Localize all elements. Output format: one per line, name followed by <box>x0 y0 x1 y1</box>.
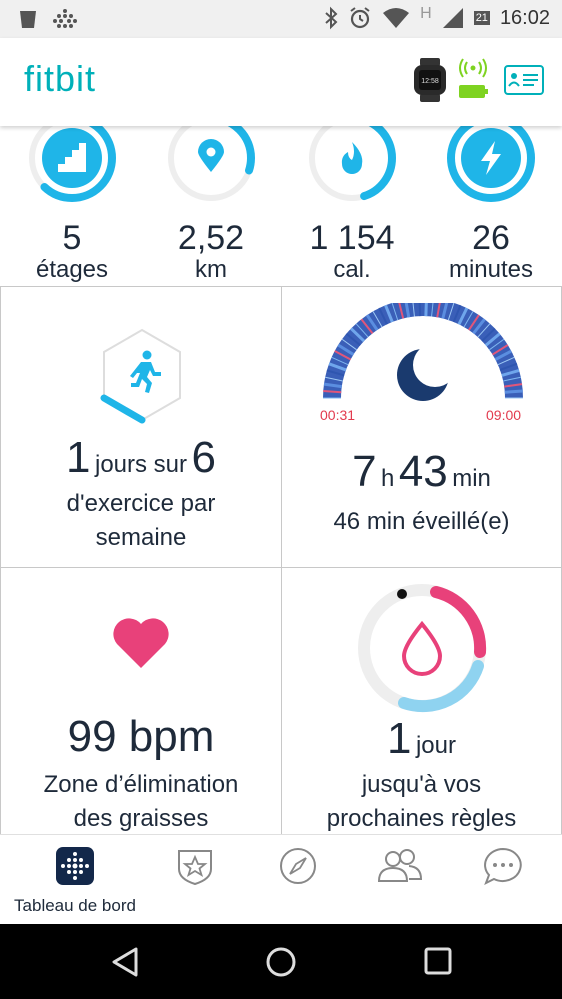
stat-active-minutes[interactable]: 26 minutes <box>421 126 561 284</box>
runner-icon <box>130 350 161 393</box>
back-button[interactable] <box>110 946 140 983</box>
heart-rate-value: 99 bpm <box>67 712 215 761</box>
nav-discover[interactable] <box>248 847 348 890</box>
heart-zone-1: Zone d’élimination <box>43 771 239 798</box>
sleep-arc <box>323 303 523 401</box>
cup-icon <box>20 11 36 28</box>
app-header: fitbit 12:58 <box>0 38 562 126</box>
stat-distance[interactable]: 2,52 km <box>141 126 281 284</box>
exercise-hexagon <box>100 328 181 424</box>
calories-value: 1 154 <box>309 219 395 257</box>
dashboard-grid: 1 jours sur 6 d'exercice par semaine 00:… <box>0 286 562 837</box>
calories-unit: cal. <box>333 256 371 283</box>
cycle-count-line: 1 jour <box>282 714 561 764</box>
back-triangle-icon <box>112 947 138 977</box>
active-minutes-ring <box>447 126 535 202</box>
fitbit-dots-icon <box>53 9 77 28</box>
calories-ring <box>308 126 396 202</box>
sleep-stage-stripe <box>504 389 523 394</box>
cycle-desc-1: jusqu'à vos <box>361 771 482 798</box>
badge-star-icon <box>178 850 212 886</box>
floors-ring <box>28 126 116 202</box>
distance-value: 2,52 <box>177 219 245 257</box>
cycle-unit: jour <box>415 732 456 759</box>
sync-status[interactable] <box>458 58 488 107</box>
dashboard-icon <box>56 847 94 885</box>
sleep-stage-stripe <box>418 303 422 317</box>
exercise-desc-2: semaine <box>95 524 187 551</box>
exercise-mid: jours sur <box>94 451 188 478</box>
system-nav-bar <box>0 924 562 999</box>
cycle-ring <box>358 584 487 713</box>
sleep-tile[interactable]: 00:31 09:00 7 h 43 min 46 min éveillé(e) <box>281 286 562 568</box>
status-bar: H 21 16:02 <box>0 0 562 38</box>
sleep-minutes-unit: min <box>452 465 491 492</box>
drop-icon <box>401 620 443 676</box>
friends-icon <box>377 849 423 882</box>
chat-icon <box>484 847 522 886</box>
active-minutes-value: 26 <box>472 219 510 257</box>
nav-messages[interactable] <box>453 847 553 890</box>
sleep-stage-stripe <box>323 390 342 394</box>
cell-signal-icon <box>442 8 463 28</box>
status-clock: 16:02 <box>499 6 550 29</box>
distance-unit: km <box>195 256 227 283</box>
watch-time: 12:58 <box>421 78 439 85</box>
alarm-icon <box>350 7 370 29</box>
stat-calories[interactable]: 1 154 cal. <box>282 126 422 284</box>
battery-sync-icon <box>459 58 488 98</box>
exercise-desc-1: d'exercice par <box>66 490 216 517</box>
sleep-minutes: 43 <box>398 447 448 496</box>
cycle-count: 1 <box>387 714 412 763</box>
distance-ring <box>167 126 255 202</box>
floors-unit: étages <box>35 256 109 283</box>
exercise-count-line: 1 jours sur 6 <box>1 433 281 483</box>
moon-icon <box>397 343 457 401</box>
nav-dashboard[interactable]: Tableau de bord <box>14 847 136 916</box>
signal-badge: 21 <box>473 11 490 25</box>
recents-button[interactable] <box>423 946 453 981</box>
compass-icon <box>280 848 316 884</box>
home-circle-icon <box>266 947 296 977</box>
exercise-goal: 6 <box>191 433 216 482</box>
home-button[interactable] <box>265 946 297 983</box>
exercise-tile[interactable]: 1 jours sur 6 d'exercice par semaine <box>0 286 282 568</box>
device-button[interactable]: 12:58 <box>410 58 452 107</box>
network-type: H <box>420 5 432 22</box>
floors-value: 5 <box>62 219 82 257</box>
stat-floors[interactable]: 5 étages <box>2 126 142 284</box>
sleep-start-time: 00:31 <box>320 407 356 423</box>
cycle-tile[interactable]: 1 jour jusqu'à vos prochaines règles <box>281 567 562 837</box>
exercise-count: 1 <box>66 433 91 482</box>
bottom-nav: Tableau de bord <box>0 834 562 924</box>
active-minutes-unit: minutes <box>448 256 534 283</box>
watch-icon: 12:58 <box>414 58 446 102</box>
nav-community[interactable] <box>350 847 450 890</box>
sleep-hours: 7 <box>352 447 377 496</box>
stats-row: 5 étages 2,52 km 1 154 cal. 26 minutes <box>0 126 562 286</box>
sleep-duration-line: 7 h 43 min <box>282 447 561 497</box>
nav-challenges[interactable] <box>145 847 245 890</box>
bluetooth-icon <box>325 6 338 30</box>
heart-zone-2: des graisses <box>73 805 209 832</box>
account-button[interactable] <box>504 65 544 100</box>
sleep-hours-unit: h <box>381 465 395 492</box>
heart-rate-tile[interactable]: 99 bpm Zone d’élimination des graisses <box>0 567 282 837</box>
nav-dashboard-label: Tableau de bord <box>14 896 136 915</box>
fitbit-logo: fitbit <box>24 58 97 99</box>
heart-icon <box>113 618 169 668</box>
sleep-stage-stripe <box>424 303 428 317</box>
wifi-icon <box>383 8 410 28</box>
sleep-awake: 46 min éveillé(e) <box>333 508 510 535</box>
cycle-desc-2: prochaines règles <box>326 805 517 832</box>
sleep-end-time: 09:00 <box>486 407 522 423</box>
recents-square-icon <box>424 947 452 975</box>
profile-card-icon <box>504 65 544 95</box>
